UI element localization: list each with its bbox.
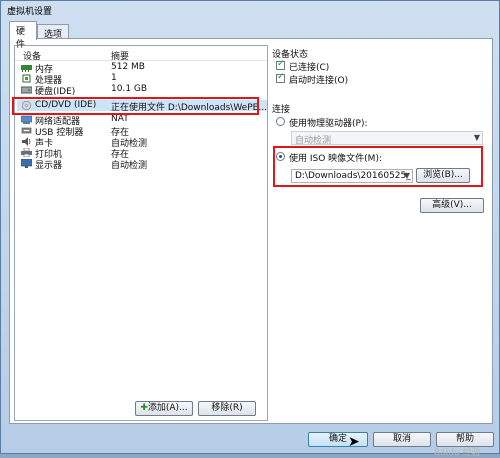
title-bar: 虚拟机设置 xyxy=(1,1,499,19)
physical-drive-value: 自动检测 xyxy=(295,136,332,145)
device-summary: 10.1 GB xyxy=(111,84,148,94)
device-name: 显示器 xyxy=(35,161,63,171)
window-title: 虚拟机设置 xyxy=(7,7,53,17)
device-row-usb-controller[interactable]: USB 控制器 存在 xyxy=(17,125,267,138)
cancel-button[interactable]: 取消 xyxy=(373,432,431,447)
device-summary: NAT xyxy=(111,114,129,124)
tab-content: 设备 摘要 内存 512 MB 处理器 1 硬盘(IDE) 10.1 GB CD… xyxy=(9,38,493,458)
remove-device-button[interactable]: 移除(R) xyxy=(198,401,256,416)
help-button[interactable]: 帮助 xyxy=(436,432,494,447)
advanced-button[interactable]: 高级(V)... xyxy=(420,198,484,213)
device-row-hard-disk[interactable]: 硬盘(IDE) 10.1 GB xyxy=(17,84,267,97)
tab-hardware[interactable]: 硬件 xyxy=(9,21,37,50)
device-name: 硬盘(IDE) xyxy=(35,87,76,97)
column-header-summary[interactable]: 摘要 xyxy=(111,49,129,62)
physical-drive-radio[interactable] xyxy=(276,117,285,126)
display-icon xyxy=(21,159,32,168)
device-row-sound-card[interactable]: 声卡 自动检测 xyxy=(17,136,267,149)
device-summary: 自动检测 xyxy=(111,161,148,171)
device-row-memory[interactable]: 内存 512 MB xyxy=(17,62,267,75)
sound-card-icon xyxy=(22,137,31,146)
device-row-network-adapter[interactable]: 网络适配器 NAT xyxy=(17,114,267,127)
device-row-processor[interactable]: 处理器 1 xyxy=(17,73,267,86)
add-device-label: 添加(A)... xyxy=(147,403,188,413)
tab-row: 硬件 选项 xyxy=(9,21,495,50)
connected-checkbox[interactable] xyxy=(276,59,285,70)
mouse-cursor-icon: ➤ xyxy=(348,434,360,450)
device-summary: 1 xyxy=(111,73,117,83)
connect-at-power-on-checkbox[interactable] xyxy=(276,72,285,83)
device-row-printer[interactable]: 打印机 存在 xyxy=(17,147,267,160)
printer-icon xyxy=(21,148,32,157)
device-summary: 512 MB xyxy=(111,62,145,72)
add-icon: ✚ xyxy=(140,403,148,413)
usb-icon xyxy=(21,127,32,134)
connection-title: 连接 xyxy=(272,105,291,115)
iso-highlight-box xyxy=(273,146,483,187)
memory-icon xyxy=(21,65,32,72)
add-device-button[interactable]: ✚添加(A)... xyxy=(135,401,193,416)
device-list-header: 设备 摘要 xyxy=(15,46,267,62)
cd-dvd-highlight-box xyxy=(12,97,259,115)
device-row-display[interactable]: 显示器 自动检测 xyxy=(17,158,267,171)
column-header-device[interactable]: 设备 xyxy=(23,49,41,62)
connected-label[interactable]: 已连接(C) xyxy=(289,60,329,73)
hard-disk-icon xyxy=(21,86,32,94)
tab-options[interactable]: 选项 xyxy=(37,24,69,40)
connect-at-power-on-label[interactable]: 启动时连接(O) xyxy=(289,73,348,86)
physical-drive-label[interactable]: 使用物理驱动器(P): xyxy=(289,116,367,129)
physical-drive-select[interactable]: 自动检测 ▼ xyxy=(291,131,483,145)
processor-icon xyxy=(22,74,31,83)
chevron-down-icon: ▼ xyxy=(473,133,480,142)
network-adapter-icon xyxy=(21,115,32,124)
vm-settings-dialog: 虚拟机设置 硬件 选项 设备 摘要 内存 512 MB 处理器 1 硬盘(IDE… xyxy=(0,0,500,458)
